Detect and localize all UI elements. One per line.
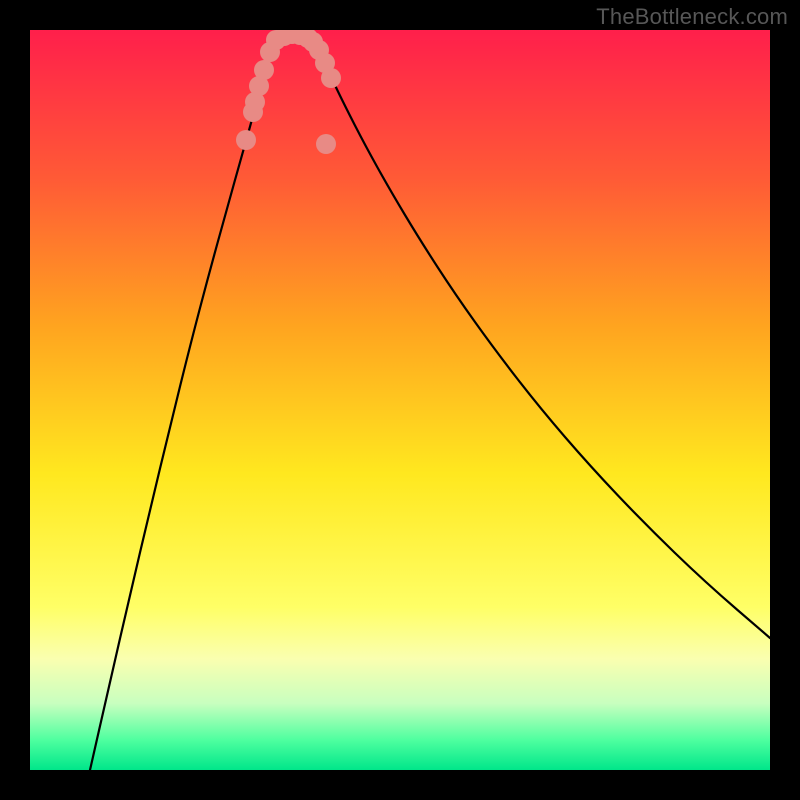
watermark-text: TheBottleneck.com bbox=[596, 4, 788, 30]
data-point bbox=[321, 68, 341, 88]
data-point bbox=[316, 134, 336, 154]
data-point bbox=[254, 60, 274, 80]
gradient-background bbox=[30, 30, 770, 770]
plot-area bbox=[30, 30, 770, 770]
chart-canvas bbox=[30, 30, 770, 770]
chart-frame: TheBottleneck.com bbox=[0, 0, 800, 800]
data-point bbox=[236, 130, 256, 150]
